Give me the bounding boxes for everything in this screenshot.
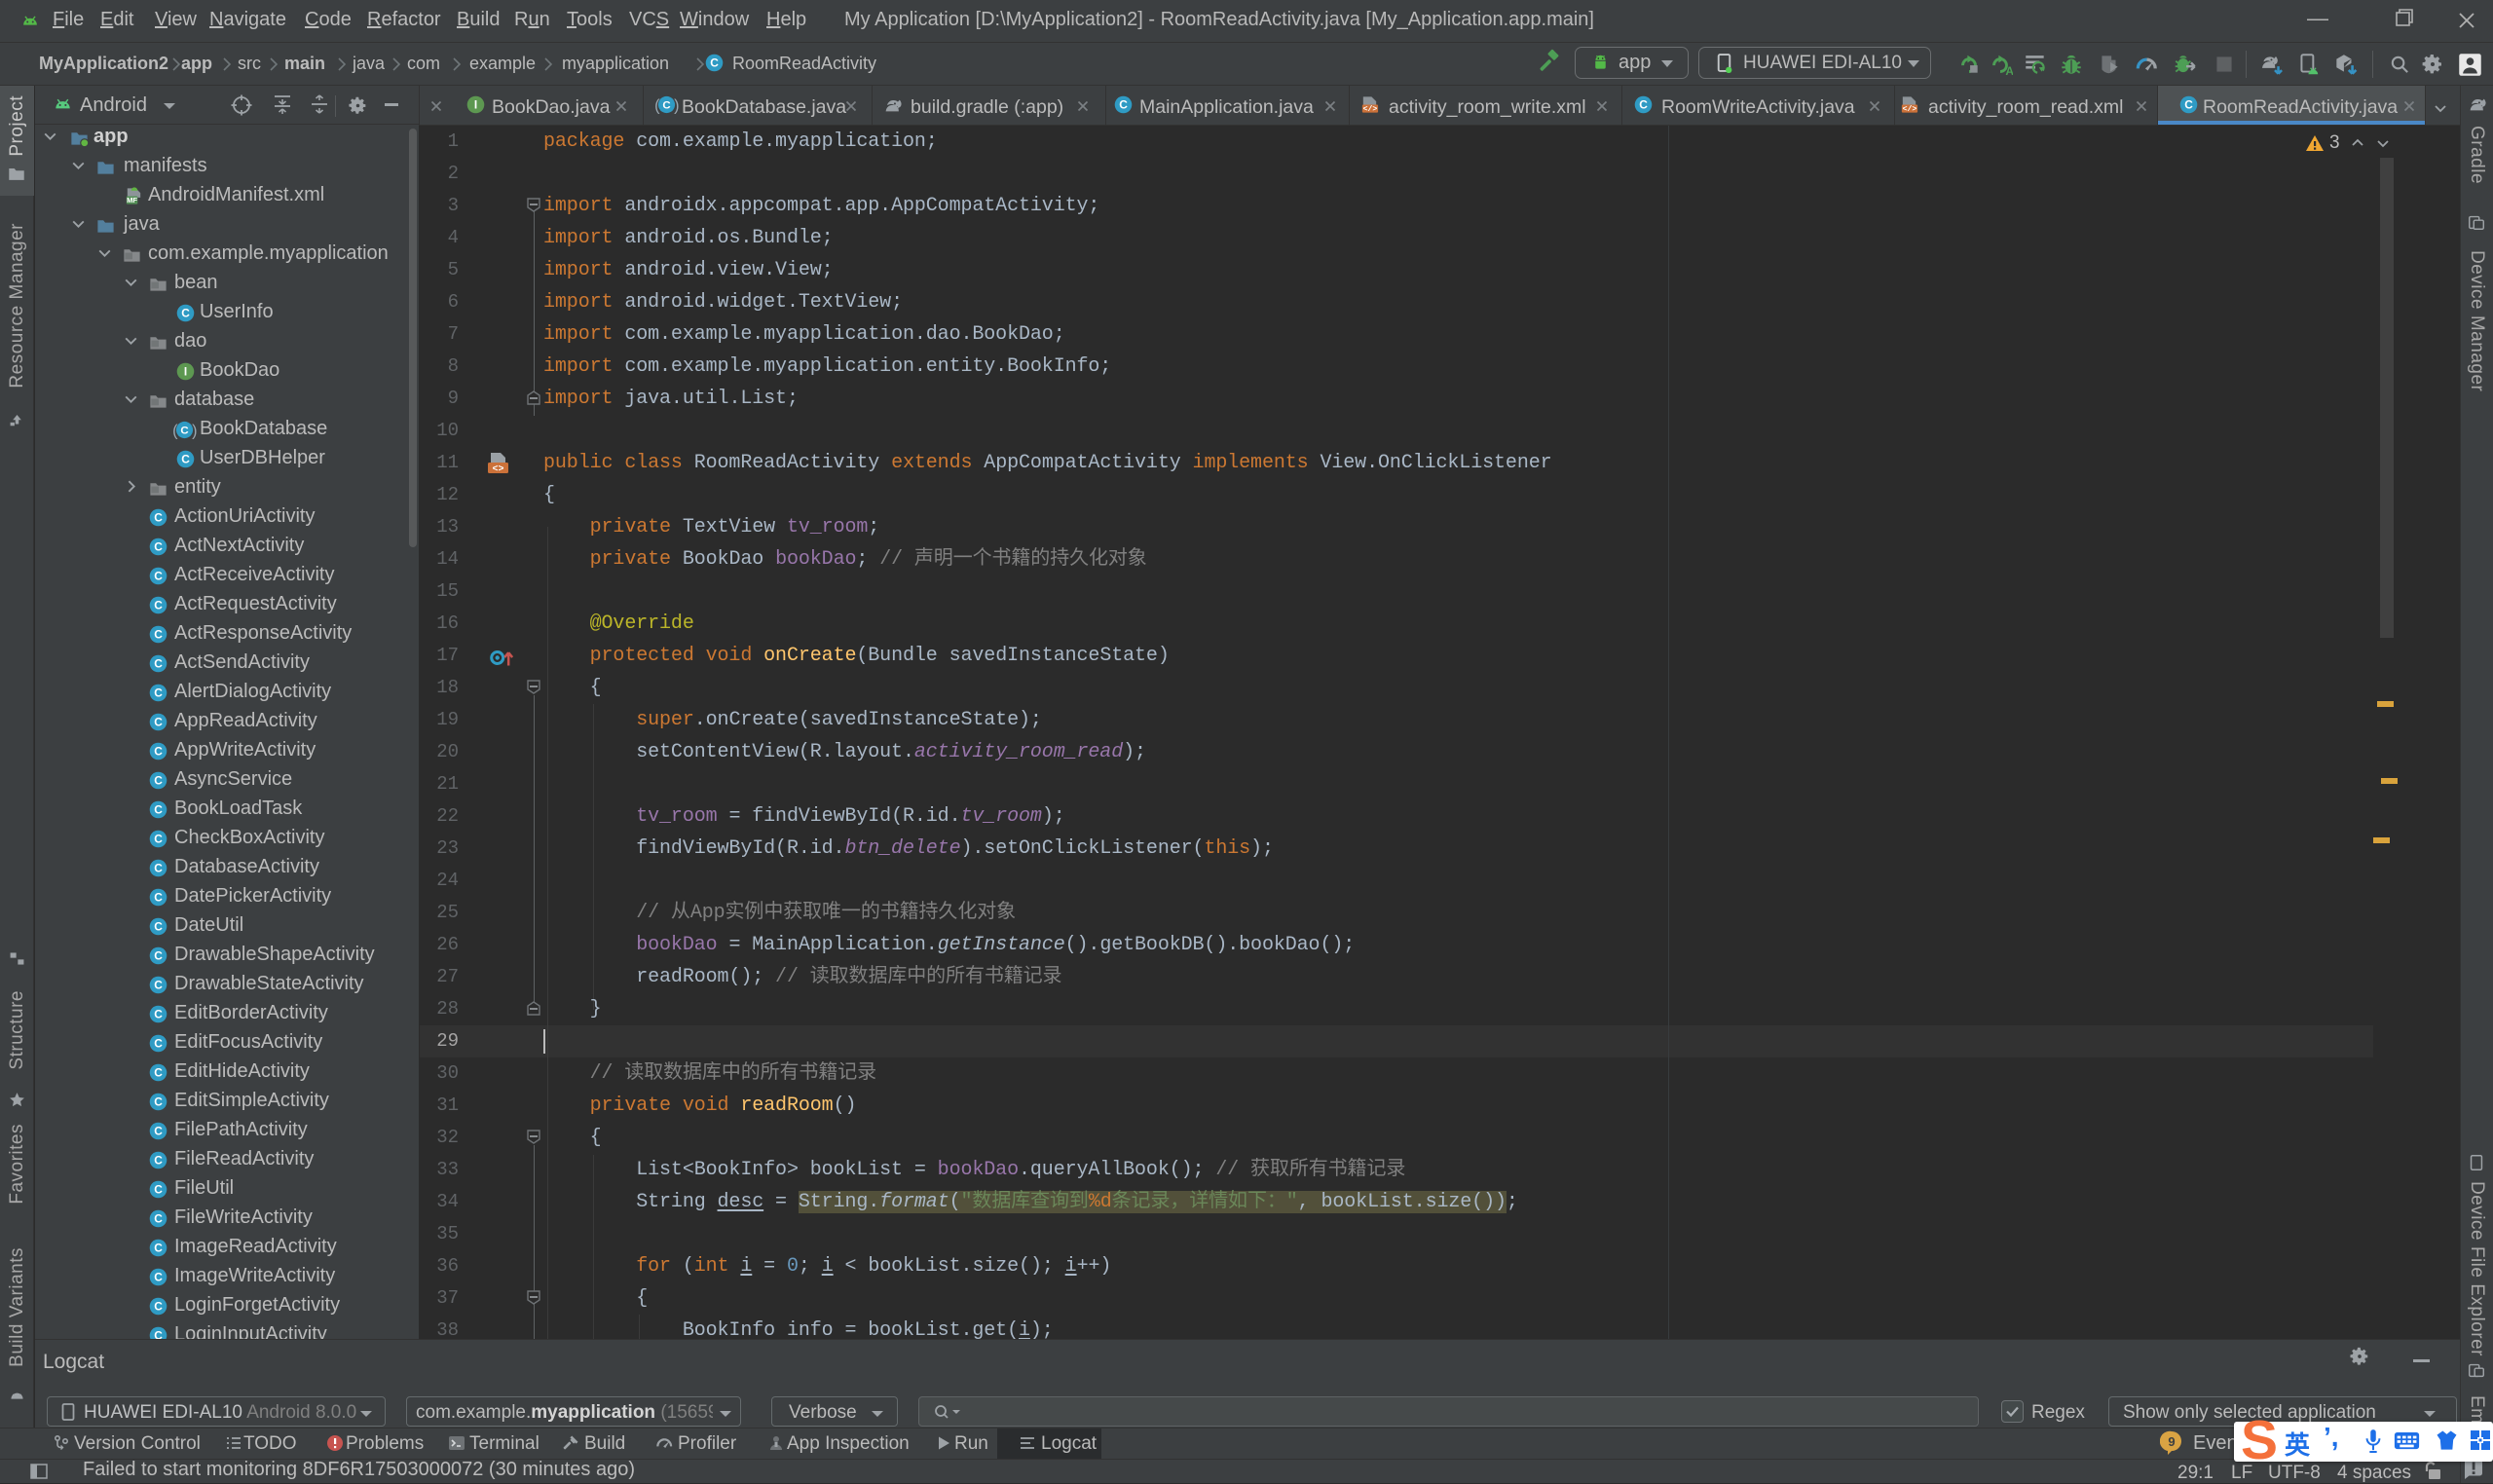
svg-text:C: C bbox=[154, 949, 163, 963]
svg-text:C: C bbox=[662, 100, 670, 112]
svg-text:C: C bbox=[181, 307, 190, 320]
svg-text:): ) bbox=[674, 97, 679, 115]
svg-text:C: C bbox=[154, 716, 163, 729]
svg-text:C: C bbox=[154, 1183, 163, 1197]
svg-text:C: C bbox=[154, 1271, 163, 1284]
svg-text:A: A bbox=[2005, 64, 2013, 77]
svg-text:C: C bbox=[154, 1008, 163, 1021]
svg-text:C: C bbox=[154, 599, 163, 612]
svg-text:C: C bbox=[154, 1300, 163, 1314]
svg-text:I: I bbox=[184, 365, 187, 379]
svg-text:MF: MF bbox=[127, 196, 137, 204]
svg-text:C: C bbox=[1639, 98, 1648, 112]
svg-text:C: C bbox=[154, 1095, 163, 1109]
svg-text:C: C bbox=[154, 862, 163, 875]
svg-text:C: C bbox=[154, 979, 163, 992]
svg-text:C: C bbox=[154, 570, 163, 583]
svg-text:C: C bbox=[154, 1154, 163, 1168]
svg-text:C: C bbox=[154, 1242, 163, 1255]
svg-text:C: C bbox=[154, 657, 163, 671]
svg-text:): ) bbox=[192, 423, 197, 440]
svg-text:C: C bbox=[154, 774, 163, 788]
svg-text:9: 9 bbox=[2168, 1434, 2175, 1449]
svg-text:C: C bbox=[154, 686, 163, 700]
svg-text:C: C bbox=[1119, 98, 1128, 112]
svg-text:C: C bbox=[181, 453, 190, 466]
svg-text:C: C bbox=[154, 1212, 163, 1226]
svg-text:C: C bbox=[710, 56, 719, 70]
svg-text:S: S bbox=[2241, 1410, 2278, 1470]
svg-text:</>: </> bbox=[1903, 105, 1917, 114]
svg-text:C: C bbox=[154, 540, 163, 554]
svg-text:C: C bbox=[154, 511, 163, 525]
svg-text:C: C bbox=[154, 628, 163, 642]
svg-text:C: C bbox=[154, 891, 163, 905]
svg-text:C: C bbox=[154, 1037, 163, 1051]
svg-text:C: C bbox=[154, 920, 163, 934]
svg-text:<>: <> bbox=[492, 464, 503, 475]
svg-text:C: C bbox=[180, 426, 188, 437]
svg-text:</>: </> bbox=[1363, 105, 1378, 114]
svg-text:C: C bbox=[2184, 98, 2193, 112]
svg-text:C: C bbox=[154, 833, 163, 846]
svg-text:C: C bbox=[154, 745, 163, 759]
svg-text:I: I bbox=[474, 98, 477, 112]
svg-text:C: C bbox=[154, 1066, 163, 1080]
svg-text:C: C bbox=[154, 803, 163, 817]
svg-text:C: C bbox=[154, 1125, 163, 1138]
